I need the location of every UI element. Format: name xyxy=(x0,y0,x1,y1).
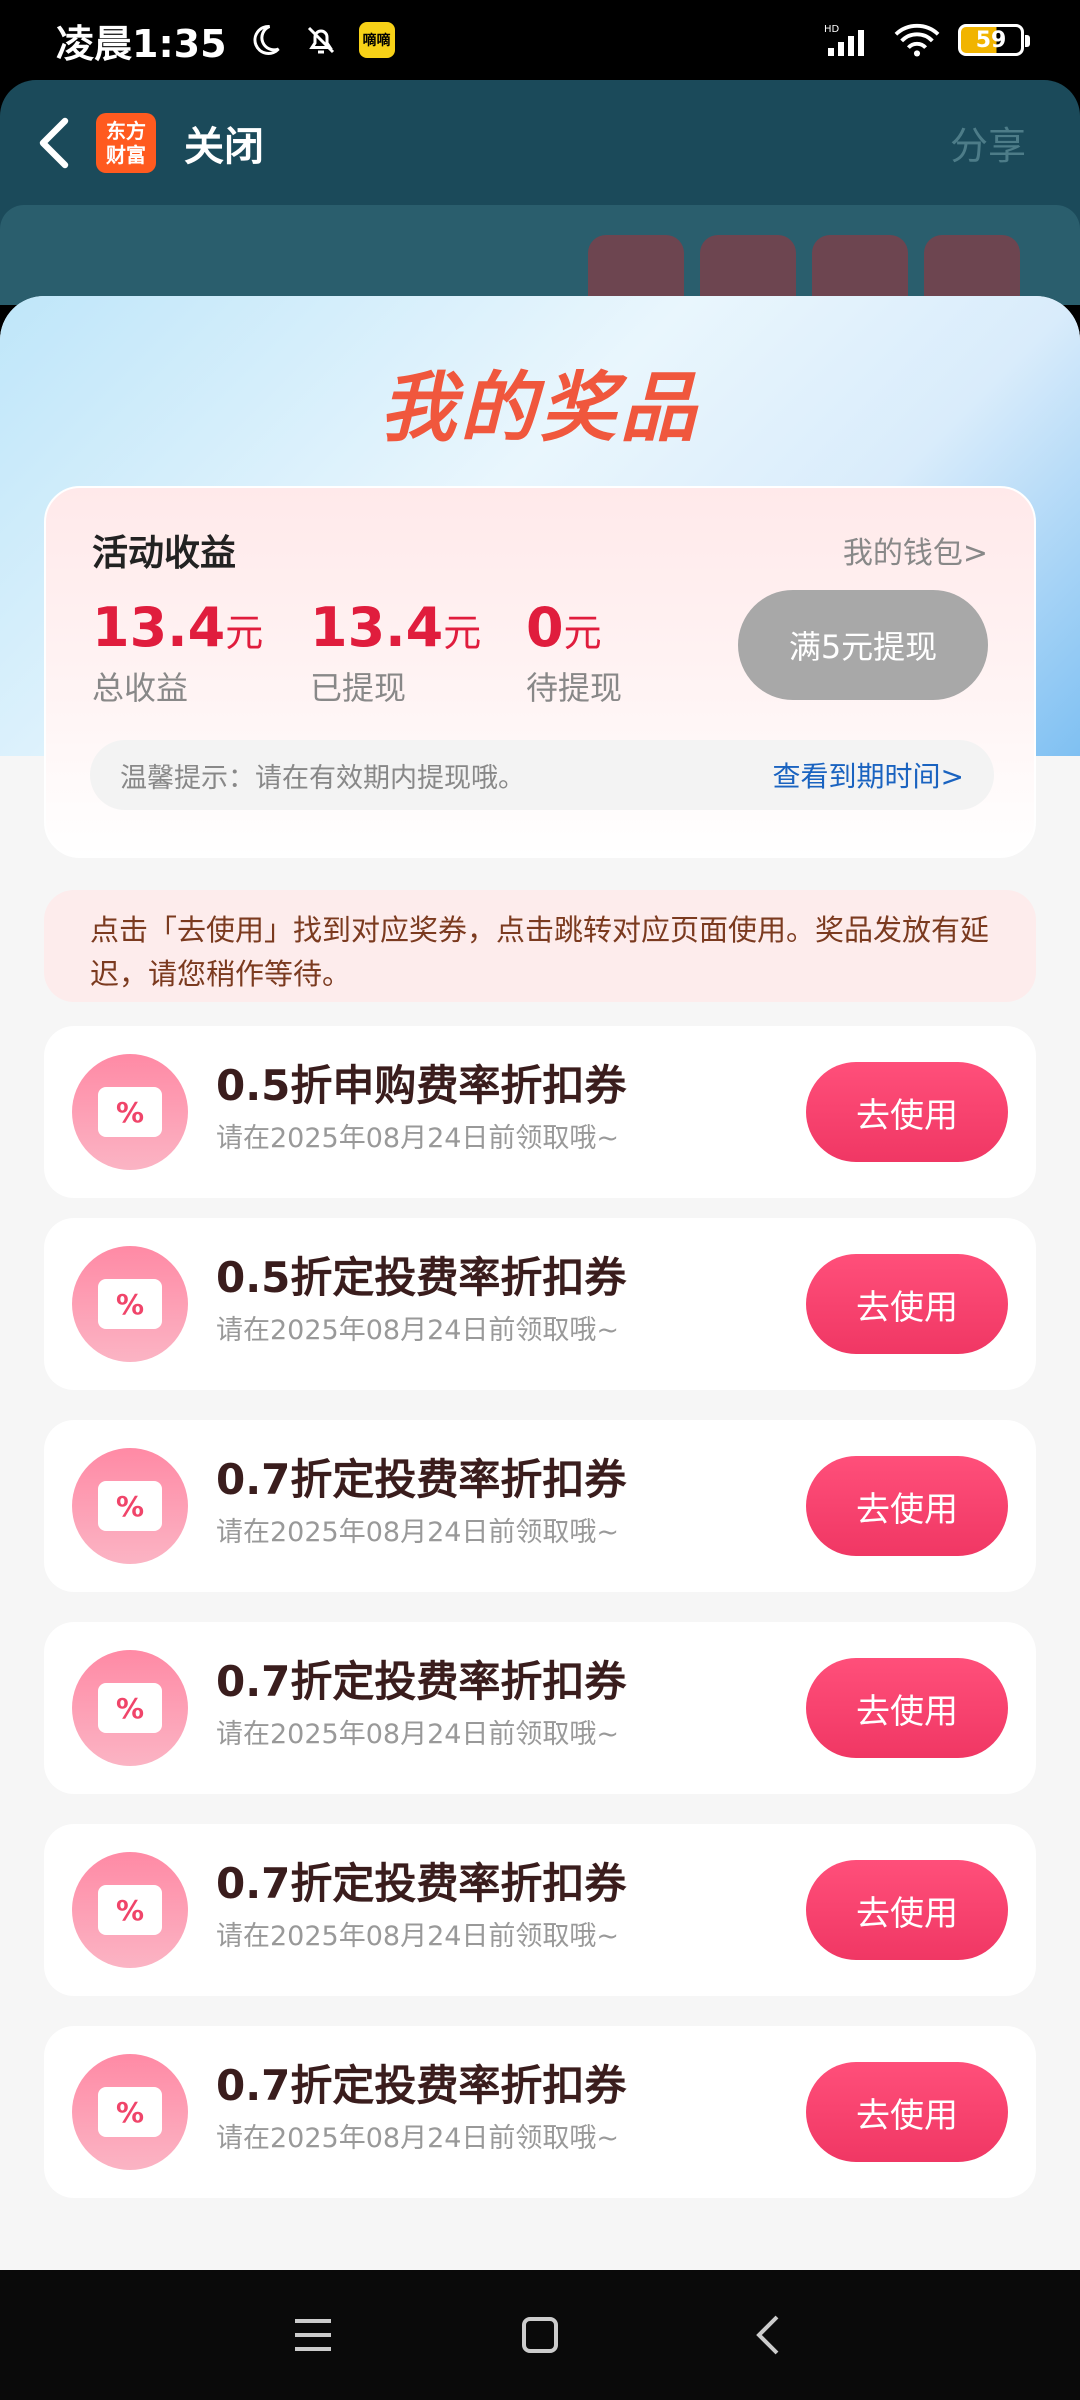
back-button[interactable] xyxy=(24,113,84,173)
usage-notice: 点击「去使用」找到对应奖券，点击跳转对应页面使用。奖品发放有延迟，请您稍作等待。 xyxy=(44,890,1036,1002)
menu-button[interactable] xyxy=(273,2295,353,2375)
use-coupon-button[interactable]: 去使用 xyxy=(806,1860,1008,1960)
network-label: HD xyxy=(824,24,840,35)
home-button[interactable] xyxy=(500,2295,580,2375)
chevron-left-icon xyxy=(39,117,69,168)
use-coupon-button[interactable]: 去使用 xyxy=(806,1658,1008,1758)
signal-icon: HD xyxy=(824,22,876,58)
coupon-deadline: 请在2025年08月24日前领取哦~ xyxy=(216,1315,620,1346)
coupon-icon: % xyxy=(72,1246,188,1362)
coupon-deadline: 请在2025年08月24日前领取哦~ xyxy=(216,1517,620,1548)
tip-text: 温馨提示：请在有效期内提现哦。 xyxy=(120,762,525,794)
stat-unit: 元 xyxy=(443,611,482,655)
stat-label: 已提现 xyxy=(310,669,407,707)
status-bar: 凌晨1:35 嘀嘀 HD 59 xyxy=(0,0,1080,80)
coupon-deadline: 请在2025年08月24日前领取哦~ xyxy=(216,2123,620,2154)
coupon-title: 0.7折定投费率折扣券 xyxy=(216,1455,627,1504)
stat-value: 13.4 xyxy=(310,596,444,659)
brand-line2: 财富 xyxy=(106,142,146,167)
close-button[interactable]: 关闭 xyxy=(184,114,264,172)
coupon-card: % 0.7折定投费率折扣券 请在2025年08月24日前领取哦~ 去使用 xyxy=(44,1420,1036,1592)
back-nav-button[interactable] xyxy=(727,2295,807,2375)
expiry-link[interactable]: 查看到期时间> xyxy=(773,755,964,795)
stat-withdrawn: 13.4元 已提现 xyxy=(310,596,481,709)
stat-label: 总收益 xyxy=(92,669,189,707)
menu-icon xyxy=(295,2319,332,2351)
coupon-deadline: 请在2025年08月24日前领取哦~ xyxy=(216,1921,620,1952)
coupon-card: % 0.7折定投费率折扣券 请在2025年08月24日前领取哦~ 去使用 xyxy=(44,2026,1036,2198)
coupon-icon: % xyxy=(72,1448,188,1564)
battery-indicator: 59 xyxy=(958,24,1030,56)
brand-line1: 东方 xyxy=(106,118,146,143)
coupon-card: % 0.5折定投费率折扣券 请在2025年08月24日前领取哦~ 去使用 xyxy=(44,1218,1036,1390)
app-header: 东方 财富 关闭 分享 xyxy=(0,80,1080,331)
stat-pending: 0元 待提现 xyxy=(526,596,622,709)
stat-unit: 元 xyxy=(563,611,602,655)
coupon-card: % 0.7折定投费率折扣券 请在2025年08月24日前领取哦~ 去使用 xyxy=(44,1824,1036,1996)
home-square-icon xyxy=(521,2317,558,2353)
coupon-title: 0.5折申购费率折扣券 xyxy=(216,1061,627,1110)
sheet-title: 我的奖品 xyxy=(380,363,700,452)
app-logo: 东方 财富 xyxy=(96,112,156,173)
use-coupon-button[interactable]: 去使用 xyxy=(806,1456,1008,1556)
use-coupon-button[interactable]: 去使用 xyxy=(806,1062,1008,1162)
background-banner xyxy=(0,205,1080,331)
bell-muted-icon xyxy=(303,22,339,58)
moon-icon xyxy=(247,22,283,58)
coupon-title: 0.5折定投费率折扣券 xyxy=(216,1253,627,1302)
stat-label: 待提现 xyxy=(526,669,623,707)
coupon-icon: % xyxy=(72,1852,188,1968)
chevron-left-icon xyxy=(755,2315,779,2355)
coupon-icon: % xyxy=(72,1054,188,1170)
earnings-title: 活动收益 xyxy=(92,533,237,574)
coupon-card: % 0.7折定投费率折扣券 请在2025年08月24日前领取哦~ 去使用 xyxy=(44,1622,1036,1794)
stat-value: 0 xyxy=(526,596,564,659)
use-coupon-button[interactable]: 去使用 xyxy=(806,2062,1008,2162)
coupon-card: % 0.5折申购费率折扣券 请在2025年08月24日前领取哦~ 去使用 xyxy=(44,1026,1036,1198)
status-time: 凌晨1:35 xyxy=(56,21,227,66)
use-coupon-button[interactable]: 去使用 xyxy=(806,1254,1008,1354)
coupon-icon: % xyxy=(72,2054,188,2170)
app-notification-icon: 嘀嘀 xyxy=(358,22,395,58)
coupon-title: 0.7折定投费率折扣券 xyxy=(216,1657,627,1706)
withdraw-button[interactable]: 满5元提现 xyxy=(738,590,988,700)
coupon-icon: % xyxy=(72,1650,188,1766)
system-nav-bar xyxy=(0,2270,1080,2400)
nav-row: 东方 财富 关闭 分享 xyxy=(0,80,1080,205)
coupon-title: 0.7折定投费率折扣券 xyxy=(216,1859,627,1908)
share-button[interactable]: 分享 xyxy=(950,115,1026,170)
tip-bar: 温馨提示：请在有效期内提现哦。 查看到期时间> xyxy=(90,740,994,810)
stat-unit: 元 xyxy=(225,611,264,655)
stat-value: 13.4 xyxy=(92,596,226,659)
prizes-sheet: 我的奖品 活动收益 我的钱包> 13.4元 总收益 13.4元 已提现 0元 待… xyxy=(0,296,1080,2270)
wifi-icon xyxy=(894,22,940,58)
coupon-deadline: 请在2025年08月24日前领取哦~ xyxy=(216,1123,620,1154)
stat-total: 13.4元 总收益 xyxy=(92,596,263,709)
coupon-deadline: 请在2025年08月24日前领取哦~ xyxy=(216,1719,620,1750)
coupon-title: 0.7折定投费率折扣券 xyxy=(216,2061,627,2110)
wallet-link[interactable]: 我的钱包> xyxy=(843,528,988,572)
earnings-card: 活动收益 我的钱包> 13.4元 总收益 13.4元 已提现 0元 待提现 满5… xyxy=(44,486,1036,858)
